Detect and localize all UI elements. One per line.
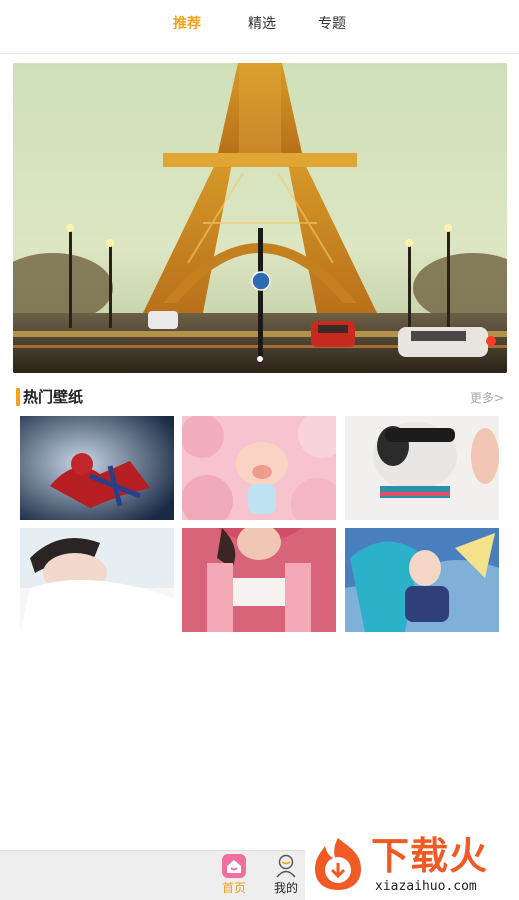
wallpaper-thumb-dog[interactable] (345, 416, 499, 520)
section-title: 热门壁纸 (23, 388, 84, 406)
more-link[interactable]: 更多> (470, 389, 504, 407)
wallpaper-thumb-spiderman[interactable] (20, 416, 174, 520)
tab-topics[interactable]: 专题 (318, 14, 346, 34)
watermark-brand: 下载火 (371, 834, 489, 878)
wallpaper-image (345, 528, 499, 632)
top-tab-bar: 推荐 精选 专题 (0, 0, 519, 54)
watermark-domain: xiazaihuo.com (375, 879, 477, 894)
nav-label-home: 首页 (221, 881, 246, 895)
carousel-dot[interactable] (257, 356, 263, 362)
carousel-indicator (13, 347, 507, 366)
nav-item-home[interactable]: 首页 (214, 851, 254, 900)
wallpaper-thumb-anime-heroine[interactable] (345, 528, 499, 632)
wallpaper-image (345, 416, 499, 520)
nav-label-mine: 我的 (273, 881, 298, 895)
wallpaper-thumb-young-man[interactable] (20, 528, 174, 632)
wallpaper-image (20, 416, 174, 520)
tab-featured[interactable]: 精选 (248, 14, 276, 34)
nav-item-mine[interactable]: 我的 (266, 851, 306, 900)
hot-wallpapers-header: 热门壁纸 更多> (16, 387, 506, 407)
wallpaper-image (20, 528, 174, 632)
banner-carousel[interactable] (13, 63, 507, 373)
flame-logo-icon (315, 838, 361, 890)
wallpaper-thumb-girl[interactable] (182, 528, 336, 632)
user-icon (276, 854, 296, 878)
home-icon (222, 854, 246, 878)
wallpaper-thumb-pig[interactable] (182, 416, 336, 520)
wallpaper-image (182, 416, 336, 520)
download-site-watermark: 下载火 xiazaihuo.com (305, 828, 519, 900)
tab-recommend[interactable]: 推荐 (173, 14, 201, 34)
wallpaper-image (182, 528, 336, 632)
section-accent-bar (16, 388, 20, 406)
banner-image-eiffel-tower (13, 63, 507, 373)
